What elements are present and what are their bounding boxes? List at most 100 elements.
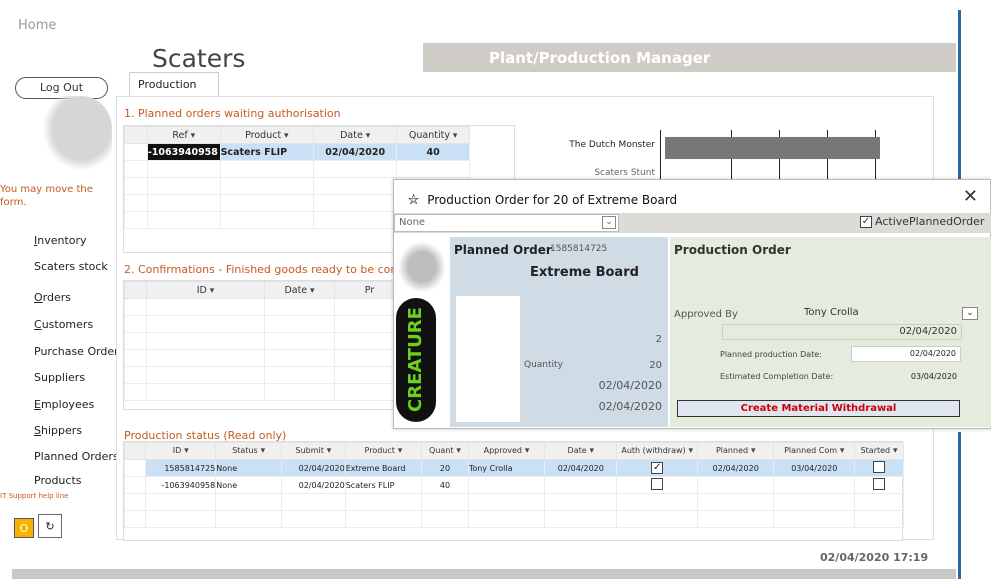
col-product[interactable]: Product	[219, 126, 315, 144]
production-order-dialog: ⛦ Production Order for 20 of Extreme Boa…	[393, 179, 991, 429]
cell-planned[interactable]	[697, 476, 775, 494]
cell-started[interactable]	[854, 459, 904, 477]
approved-by-combo[interactable]: Tony Crolla ⌄	[800, 306, 980, 322]
nav-customers[interactable]: Customers	[34, 318, 93, 331]
cell-approved[interactable]	[467, 476, 546, 494]
nav-products[interactable]: Products	[34, 474, 82, 487]
estimated-completion-date-value: 03/04/2020	[910, 372, 957, 381]
planned-order-pane: Planned Order 1585814725 Extreme Board 2…	[450, 237, 668, 427]
cell-quantity[interactable]: 40	[396, 143, 470, 161]
chevron-down-icon[interactable]: ⌄	[602, 216, 616, 229]
nav-purchase-orders[interactable]: Purchase Orders	[34, 345, 124, 358]
chart-axis	[660, 130, 661, 185]
nav-employees[interactable]: Employees	[34, 398, 94, 411]
confirmations-grid: ID Date Pr	[123, 280, 405, 410]
checkbox-unchecked-icon[interactable]	[873, 478, 886, 490]
cell-date[interactable]	[544, 476, 618, 494]
quantity-value: 20	[649, 360, 662, 371]
col-quant[interactable]: Quant	[421, 442, 469, 460]
col-date[interactable]: Date	[264, 281, 335, 299]
active-planned-order-toggle[interactable]: ✓ ActivePlannedOrder	[860, 215, 984, 228]
checkbox-checked-icon[interactable]: ✓	[860, 215, 872, 228]
col-date[interactable]: Date	[313, 126, 398, 144]
production-chart: The Dutch Monster Scaters Stunt	[530, 130, 910, 185]
it-support-link[interactable]: IT Support help line	[0, 492, 68, 500]
planned-order-id: 1585814725	[550, 244, 608, 254]
refresh-icon[interactable]: ↻	[38, 514, 62, 538]
nav-planned-orders[interactable]: Planned Orders	[34, 450, 119, 463]
col-status[interactable]: Status	[215, 442, 283, 460]
footer-bar	[12, 569, 956, 579]
nav-inventory[interactable]: Inventory	[34, 234, 87, 247]
tab-production[interactable]: Production	[129, 72, 219, 96]
cell-date[interactable]: 02/04/2020	[313, 143, 398, 161]
col-ref[interactable]: Ref	[146, 126, 221, 144]
cell-auth-withdraw[interactable]: ✓	[616, 459, 699, 477]
order-select-combo[interactable]: None ⌄	[394, 214, 619, 232]
cell-submit[interactable]: 02/04/2020	[281, 459, 346, 477]
col-started[interactable]: Started	[854, 442, 904, 460]
col-submit[interactable]: Submit	[281, 442, 346, 460]
table-row[interactable]: -1063940958 Scaters FLIP 02/04/2020 40	[124, 143, 470, 161]
cell-quant[interactable]: 40	[421, 476, 469, 494]
image-area	[456, 296, 520, 422]
checkbox-label: ActivePlannedOrder	[875, 215, 985, 228]
production-order-label: Production Order	[674, 243, 791, 257]
col-planned[interactable]: Planned	[697, 442, 775, 460]
cell-date[interactable]: 02/04/2020	[544, 459, 618, 477]
nav-scaters-stock[interactable]: Scaters stock	[34, 260, 108, 273]
office-icon[interactable]: O	[14, 518, 34, 538]
col-id[interactable]: ID	[145, 442, 217, 460]
home-link[interactable]: Home	[18, 18, 56, 33]
close-icon[interactable]: ✕	[963, 186, 978, 207]
value-two: 2	[655, 334, 662, 345]
cell-approved[interactable]: Tony Crolla	[467, 459, 546, 477]
cell-id[interactable]: -1063940958	[145, 476, 217, 494]
col-product[interactable]: Product	[344, 442, 423, 460]
dialog-title: Production Order for 20 of Extreme Board	[427, 193, 678, 207]
col-quantity[interactable]: Quantity	[396, 126, 470, 144]
checkbox-unchecked-icon[interactable]	[651, 478, 664, 490]
window-edge-lower	[958, 432, 961, 579]
col-approved[interactable]: Approved	[467, 442, 546, 460]
cell-submit[interactable]: 02/04/2020	[281, 476, 346, 494]
nav-shippers[interactable]: Shippers	[34, 424, 82, 437]
approved-by-label: Approved By	[674, 309, 738, 320]
chevron-down-icon[interactable]: ⌄	[962, 307, 978, 320]
chart-category-label: Scaters Stunt	[594, 168, 655, 178]
cell-auth-withdraw[interactable]	[616, 476, 699, 494]
approved-date-field[interactable]: 02/04/2020	[722, 324, 962, 340]
col-planned-completion[interactable]: Planned Com	[773, 442, 856, 460]
nav-suppliers[interactable]: Suppliers	[34, 371, 85, 384]
product-name: Extreme Board	[530, 265, 639, 280]
dialog-titlebar[interactable]: ⛦ Production Order for 20 of Extreme Boa…	[408, 192, 677, 208]
cell-status[interactable]: None	[215, 476, 283, 494]
col-date[interactable]: Date	[544, 442, 618, 460]
cell-product[interactable]: Scaters FLIP	[344, 476, 423, 494]
table-row[interactable]: -1063940958 None 02/04/2020 Scaters FLIP…	[123, 476, 904, 494]
order-date: 02/04/2020	[598, 379, 662, 392]
section-planned-orders-title: 1. Planned orders waiting authorisation	[124, 107, 341, 120]
checkbox-unchecked-icon[interactable]	[873, 461, 886, 473]
checkbox-checked-icon[interactable]: ✓	[651, 462, 664, 474]
cell-started[interactable]	[854, 476, 904, 494]
cell-planned[interactable]: 02/04/2020	[697, 459, 775, 477]
cell-status[interactable]: None	[215, 459, 283, 477]
cell-ref[interactable]: -1063940958	[146, 143, 221, 161]
cell-quant[interactable]: 20	[421, 459, 469, 477]
planned-order-label: Planned Order	[454, 243, 552, 257]
col-auth-withdraw[interactable]: Auth (withdraw)	[616, 442, 699, 460]
cell-planned-completion[interactable]	[773, 476, 856, 494]
cell-product[interactable]: Scaters FLIP	[219, 143, 315, 161]
col-id[interactable]: ID	[146, 281, 265, 299]
cell-product[interactable]: Extreme Board	[344, 459, 423, 477]
table-row[interactable]: 1585814725 None 02/04/2020 Extreme Board…	[123, 459, 904, 477]
create-material-withdrawal-button[interactable]: Create Material Withdrawal	[677, 400, 960, 417]
production-order-pane: Production Order Approved By Tony Crolla…	[670, 237, 991, 427]
timestamp: 02/04/2020 17:19	[820, 551, 929, 564]
skater-silhouette-image	[394, 237, 450, 297]
cell-planned-completion[interactable]: 03/04/2020	[773, 459, 856, 477]
cell-id[interactable]: 1585814725	[145, 459, 217, 477]
nav-orders[interactable]: Orders	[34, 291, 71, 304]
planned-production-date-field[interactable]: 02/04/2020	[851, 346, 961, 362]
